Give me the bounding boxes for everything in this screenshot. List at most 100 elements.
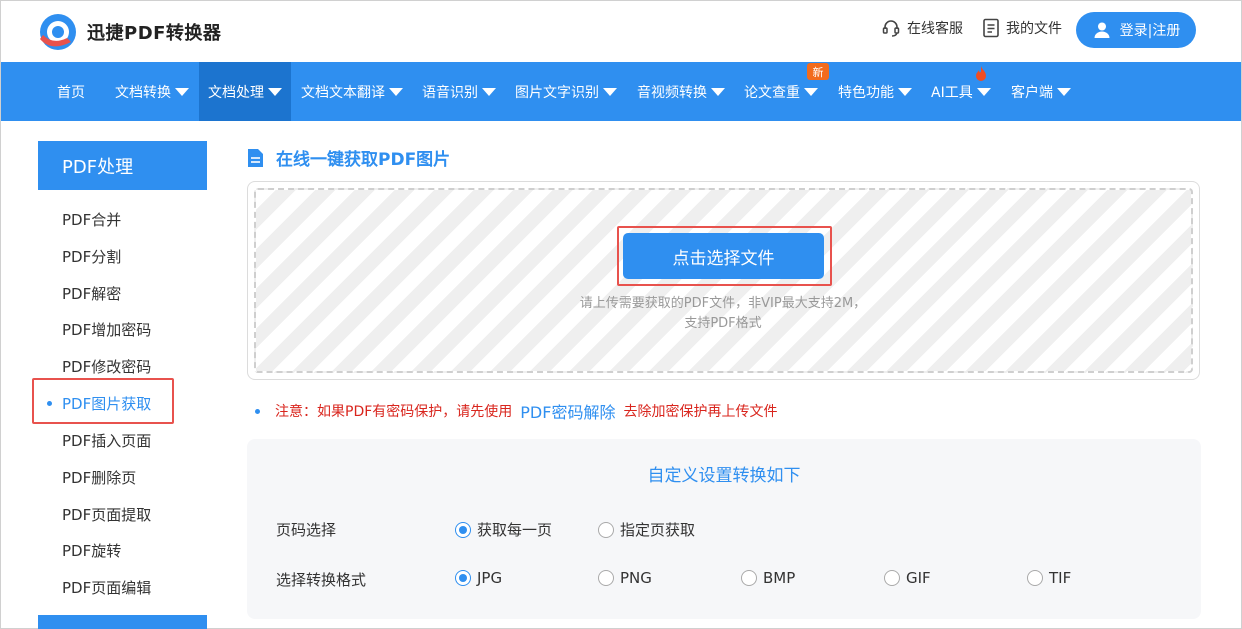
- radio-label: 指定页获取: [620, 521, 696, 539]
- radio-format-gif[interactable]: GIF: [884, 569, 931, 587]
- sidebar-item-pdf-delete-page[interactable]: PDF删除页: [38, 459, 207, 495]
- radio-format-jpg[interactable]: JPG: [455, 569, 502, 587]
- nav-image-ocr[interactable]: 图片文字识别: [515, 62, 617, 121]
- sidebar-item-label: PDF解密: [62, 284, 122, 303]
- sidebar-item-label: PDF插入页面: [62, 431, 152, 450]
- radio-label: TIF: [1049, 569, 1072, 587]
- sidebar-item-pdf-insert-page[interactable]: PDF插入页面: [38, 422, 207, 458]
- nav-document-translate[interactable]: 文档文本翻译: [301, 62, 403, 121]
- fire-icon: [976, 66, 986, 81]
- sidebar-item-label: PDF删除页: [62, 468, 137, 487]
- sidebar-item-pdf-split[interactable]: PDF分割: [38, 238, 207, 274]
- nav-document-convert[interactable]: 文档转换: [115, 62, 189, 121]
- file-text-icon: [248, 148, 263, 167]
- main-nav: 首页 文档转换 文档处理 文档文本翻译 语音识别 图片文字识别 音视频转换 论文…: [1, 62, 1241, 121]
- pdf-password-remove-link[interactable]: PDF密码解除: [520, 399, 615, 423]
- radio-label: PNG: [620, 569, 652, 587]
- page-title: 在线一键获取PDF图片: [247, 145, 450, 170]
- logo-icon: [37, 12, 79, 52]
- page-title-text: 在线一键获取PDF图片: [276, 150, 451, 170]
- upload-hint-line1: 请上传需要获取的PDF文件，非VIP最大支持2M，: [579, 296, 867, 311]
- sidebar-item-pdf-decrypt[interactable]: PDF解密: [38, 275, 207, 311]
- radio-unchecked-icon: [598, 521, 614, 538]
- my-files-label: 我的文件: [1006, 21, 1062, 37]
- page-select-label: 页码选择: [276, 521, 337, 539]
- nav-speech-recognition[interactable]: 语音识别: [422, 62, 496, 121]
- headset-icon: [882, 20, 900, 37]
- caret-down-icon: [175, 87, 189, 96]
- select-file-button[interactable]: 点击选择文件: [623, 233, 824, 279]
- brand-logo[interactable]: 迅捷PDF转换器: [37, 12, 221, 52]
- nav-label: AI工具: [931, 84, 973, 101]
- upload-hint-line2: 支持PDF格式: [684, 316, 762, 331]
- radio-format-tif[interactable]: TIF: [1027, 569, 1071, 587]
- top-header: 迅捷PDF转换器 在线客服 我的文件 登录|注册: [1, 1, 1241, 61]
- caret-down-icon: [711, 87, 725, 96]
- brand-name: 迅捷PDF转换器: [87, 23, 222, 44]
- radio-specific-pages[interactable]: 指定页获取: [598, 519, 695, 540]
- notice-prefix: 注意：如果PDF有密码保护，请先使用: [275, 404, 513, 420]
- caret-down-icon: [976, 87, 991, 96]
- nav-label: 特色功能: [838, 84, 894, 101]
- password-notice: 注意：如果PDF有密码保护，请先使用 PDF密码解除 去除加密保护再上传文件: [255, 399, 777, 423]
- new-badge: 新: [807, 63, 829, 80]
- login-register-button[interactable]: 登录|注册: [1076, 12, 1196, 48]
- user-icon: [1094, 22, 1110, 38]
- caret-down-icon: [268, 87, 282, 96]
- bullet-dot: [255, 408, 260, 414]
- radio-unchecked-icon: [884, 570, 900, 586]
- nav-label: 首页: [57, 84, 85, 101]
- caret-down-icon: [1057, 87, 1071, 96]
- my-files-link[interactable]: 我的文件: [982, 18, 1062, 38]
- radio-every-page[interactable]: 获取每一页: [455, 519, 552, 540]
- notice-suffix: 去除加密保护再上传文件: [623, 404, 778, 420]
- radio-unchecked-icon: [741, 570, 757, 586]
- sidebar-title: PDF处理: [38, 141, 207, 190]
- sidebar-item-label: PDF分割: [62, 247, 122, 266]
- nav-home[interactable]: 首页: [57, 62, 85, 121]
- sidebar-item-label: PDF页面编辑: [62, 578, 152, 597]
- nav-label: 文档文本翻译: [301, 84, 385, 101]
- radio-checked-icon: [455, 521, 471, 538]
- sidebar-item-label: PDF增加密码: [62, 320, 152, 339]
- radio-label: GIF: [906, 569, 931, 587]
- document-icon: [983, 18, 999, 38]
- caret-down-icon: [804, 87, 818, 96]
- radio-checked-icon: [455, 570, 471, 586]
- caret-down-icon: [389, 87, 403, 96]
- sidebar-item-pdf-merge[interactable]: PDF合并: [38, 201, 207, 237]
- radio-unchecked-icon: [1027, 570, 1043, 586]
- sidebar-item-label: PDF旋转: [62, 541, 122, 560]
- nav-label: 文档处理: [208, 84, 264, 101]
- radio-format-png[interactable]: PNG: [598, 569, 652, 587]
- nav-av-convert[interactable]: 音视频转换: [637, 62, 725, 121]
- sidebar-next-section: [38, 615, 207, 629]
- online-service-link[interactable]: 在线客服: [881, 18, 963, 38]
- sidebar-item-label: PDF页面提取: [62, 505, 152, 524]
- radio-label: JPG: [477, 569, 503, 587]
- radio-unchecked-icon: [598, 570, 614, 586]
- settings-title: 自定义设置转换如下: [647, 466, 801, 486]
- upload-hint: 请上传需要获取的PDF文件，非VIP最大支持2M， 支持PDF格式: [547, 294, 899, 334]
- nav-features[interactable]: 特色功能: [838, 62, 912, 121]
- sidebar-item-pdf-rotate[interactable]: PDF旋转: [38, 532, 207, 568]
- nav-label: 文档转换: [115, 84, 171, 101]
- sidebar-item-label: PDF修改密码: [62, 357, 152, 376]
- online-service-label: 在线客服: [907, 21, 963, 37]
- radio-format-bmp[interactable]: BMP: [741, 569, 795, 587]
- format-select-label: 选择转换格式: [276, 571, 367, 589]
- nav-label: 图片文字识别: [515, 84, 599, 101]
- radio-label: 获取每一页: [477, 521, 553, 539]
- nav-label: 音视频转换: [637, 84, 707, 101]
- sidebar-item-pdf-add-password[interactable]: PDF增加密码: [38, 311, 207, 347]
- nav-label: 客户端: [1011, 84, 1053, 101]
- caret-down-icon: [898, 87, 912, 96]
- sidebar-item-pdf-page-extract[interactable]: PDF页面提取: [38, 496, 207, 532]
- nav-client[interactable]: 客户端: [1011, 62, 1071, 121]
- nav-label: 论文查重: [744, 84, 800, 101]
- login-register-label: 登录|注册: [1119, 23, 1181, 39]
- caret-down-icon: [603, 87, 617, 96]
- sidebar-item-label: PDF合并: [62, 210, 122, 229]
- nav-document-process[interactable]: 文档处理: [199, 62, 291, 121]
- sidebar-item-pdf-page-edit[interactable]: PDF页面编辑: [38, 569, 207, 605]
